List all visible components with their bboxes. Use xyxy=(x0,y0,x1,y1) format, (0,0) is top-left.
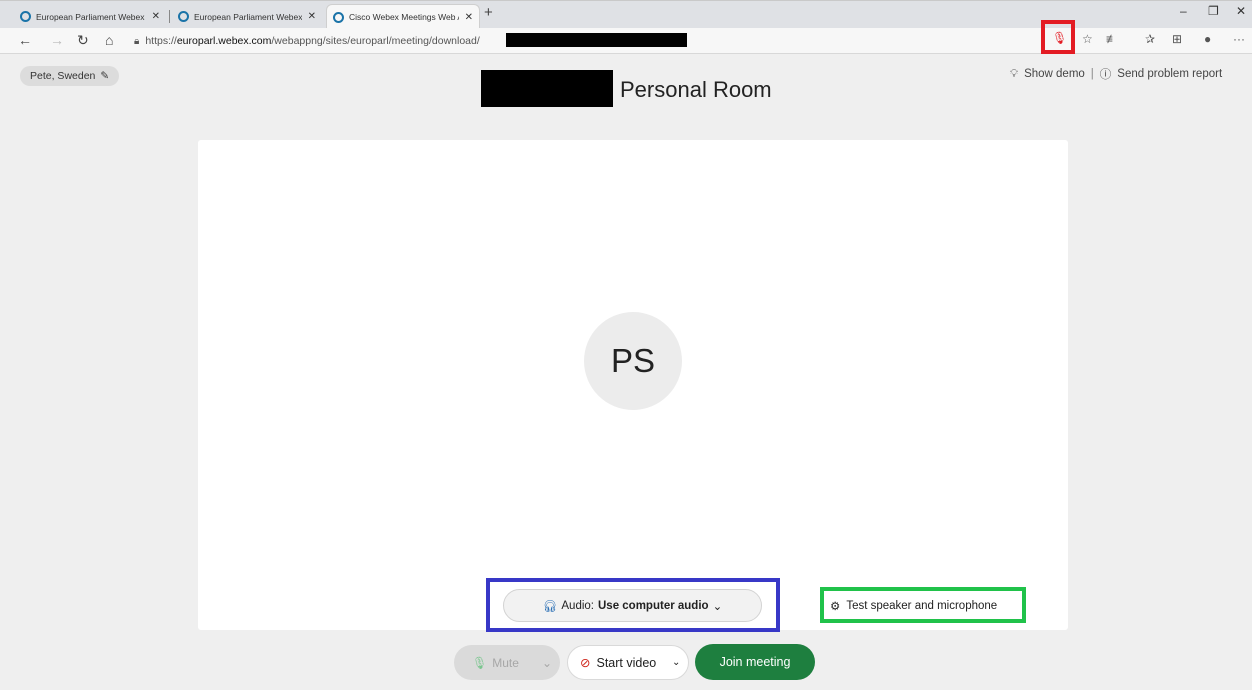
redacted-block xyxy=(481,70,613,107)
avatar: PS xyxy=(584,312,682,410)
minimize-button[interactable]: – xyxy=(1180,4,1187,18)
audio-label: Audio: xyxy=(561,599,594,612)
close-tab-icon[interactable]: ✕ xyxy=(308,11,316,22)
microphone-blocked-icon[interactable]: 🎙︎ xyxy=(1052,31,1067,45)
profile-avatar-icon[interactable]: ● xyxy=(1204,32,1211,46)
show-demo-link[interactable]: Show demo xyxy=(1024,68,1085,80)
link-separator: | xyxy=(1090,68,1094,80)
microphone-icon: 🎙︎ xyxy=(472,655,488,670)
chevron-down-icon: ⌄ xyxy=(712,600,723,613)
close-window-button[interactable]: ✕ xyxy=(1236,4,1246,18)
test-speaker-label: Test speaker and microphone xyxy=(846,600,998,612)
redacted-block xyxy=(506,33,687,47)
new-tab-button[interactable]: + xyxy=(484,4,493,21)
avatar-initials: PS xyxy=(610,342,656,379)
refresh-icon[interactable]: ↻ xyxy=(77,32,89,49)
send-problem-report-link[interactable]: Send problem report xyxy=(1117,68,1222,80)
back-arrow-icon[interactable]: ← xyxy=(18,32,32,48)
start-video-label: Start video xyxy=(596,655,657,670)
more-menu-icon[interactable]: ··· xyxy=(1233,32,1245,46)
restore-button[interactable]: ❐ xyxy=(1208,4,1219,18)
join-meeting-button[interactable]: Join meeting xyxy=(695,644,815,680)
url-path: /webappng/sites/europarl/meeting/downloa… xyxy=(271,35,480,47)
tab-title: European Parliament Webex - Pe xyxy=(194,11,302,22)
webex-favicon-icon xyxy=(178,11,189,22)
help-circle-icon: ⓘ xyxy=(1099,69,1112,81)
url-host: europarl.webex.com xyxy=(176,35,272,47)
audio-value: Use computer audio xyxy=(598,599,709,612)
webex-favicon-icon xyxy=(20,11,31,22)
audio-connection-dropdown[interactable]: 🎧︎ Audio: Use computer audio ⌄ xyxy=(503,589,762,622)
tab-title: European Parliament Webex - Pe xyxy=(36,11,146,22)
favorite-star-icon[interactable]: ☆ xyxy=(1082,32,1093,46)
close-tab-icon[interactable]: ✕ xyxy=(152,11,160,22)
close-tab-icon[interactable]: ✕ xyxy=(465,12,473,23)
gear-icon: ⚙ xyxy=(830,601,841,613)
top-links: 💡︎ Show demo | ⓘ Send problem report xyxy=(1010,66,1222,82)
tab-europarl-1[interactable]: European Parliament Webex - Pe ✕ xyxy=(14,4,166,29)
headset-icon: 🎧︎ xyxy=(542,600,558,613)
home-icon[interactable]: ⌂ xyxy=(105,32,113,48)
mute-button[interactable]: 🎙︎ Mute ⌄ xyxy=(454,645,560,680)
user-name-pill[interactable]: Pete, Sweden ✎ xyxy=(20,66,120,86)
tab-divider xyxy=(169,10,170,23)
collections-icon[interactable]: ⊞ xyxy=(1172,32,1182,46)
lock-icon: 🔒︎ xyxy=(134,35,140,47)
mute-label: Mute xyxy=(492,655,519,670)
video-off-icon: ⊘ xyxy=(580,656,591,670)
pencil-edit-icon[interactable]: ✎ xyxy=(100,70,109,82)
webex-favicon-icon xyxy=(333,11,344,23)
test-speaker-microphone-link[interactable]: ⚙ Test speaker and microphone xyxy=(830,599,997,613)
favorites-list-icon[interactable]: ✰ xyxy=(1145,32,1155,46)
tab-title: Cisco Webex Meetings Web App xyxy=(349,12,459,22)
page-title: Personal Room xyxy=(620,77,772,102)
chevron-down-icon[interactable]: ⌄ xyxy=(542,656,552,670)
tab-europarl-2[interactable]: European Parliament Webex - Pe ✕ xyxy=(172,4,322,29)
read-aloud-icon[interactable]: ≢ xyxy=(1106,32,1118,46)
tab-webex-app[interactable]: Cisco Webex Meetings Web App ✕ xyxy=(326,4,480,29)
lightbulb-icon: 💡︎ xyxy=(1010,67,1019,80)
url-scheme: https:// xyxy=(145,35,177,47)
user-name: Pete, Sweden xyxy=(30,70,96,82)
start-video-button[interactable]: ⊘ Start video ⌄ xyxy=(567,645,689,680)
forward-arrow-icon[interactable]: → xyxy=(50,32,64,48)
chevron-down-icon[interactable]: ⌄ xyxy=(672,657,680,668)
